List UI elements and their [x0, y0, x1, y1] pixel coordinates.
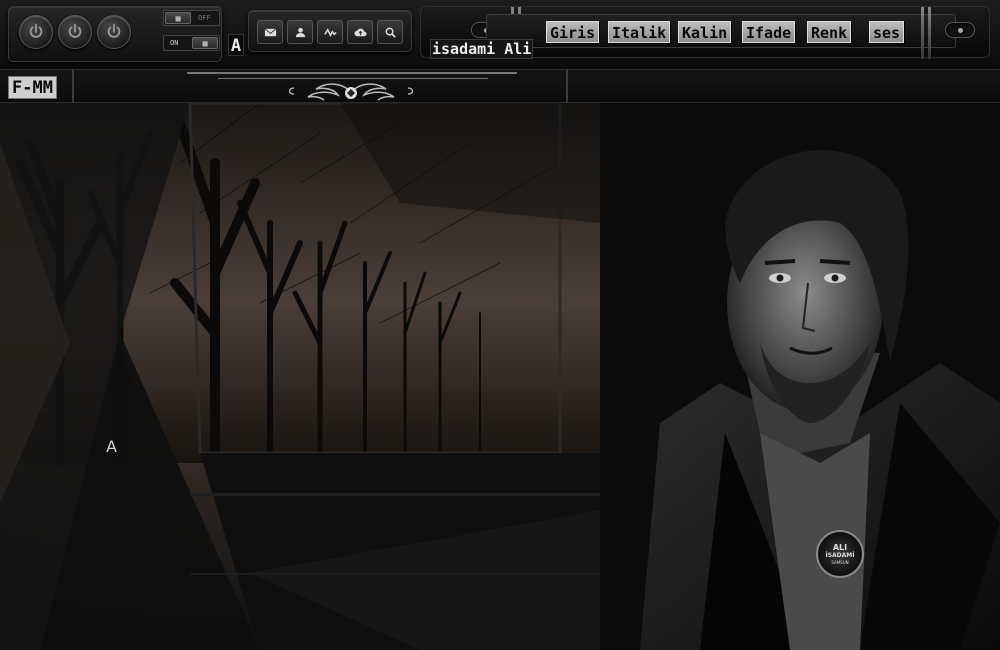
power-button-3[interactable] [97, 15, 131, 49]
mail-icon [264, 27, 276, 36]
switch-off-label: OFF [198, 14, 211, 22]
icon-button-panel [248, 10, 412, 52]
menu-item-kalin[interactable]: Kalin [678, 21, 732, 43]
divider [190, 493, 640, 496]
menu-right-knob[interactable] [945, 22, 975, 38]
ornament-line-top [187, 72, 517, 74]
upload-button[interactable] [347, 20, 373, 44]
cloud-upload-icon [353, 28, 367, 36]
toggle-switch-on[interactable]: ON ▦ [163, 35, 220, 51]
flourish-ornament [288, 83, 414, 101]
brand-name: isadami Ali [430, 39, 534, 64]
grid-icon: ▦ [192, 37, 218, 49]
watermark-badge: ALI İSADAMİ SAMSUN [816, 530, 864, 578]
stray-letter: A [106, 437, 117, 456]
user-button[interactable] [287, 20, 313, 44]
ornament-line-bottom [218, 78, 488, 79]
grid-icon: ▦ [165, 12, 191, 24]
power-button-2[interactable] [58, 15, 92, 49]
menu-item-italik[interactable]: Italik [608, 21, 671, 43]
power-button-1[interactable] [19, 15, 53, 49]
brand-name-text: isadami Ali [430, 39, 534, 59]
badge-line-1: ALI [832, 542, 848, 552]
font-letter-button[interactable]: A [228, 34, 244, 56]
badge-line-2: İSADAMİ [825, 551, 855, 559]
top-toolbar: ▦ OFF ON ▦ A Giris Italik Kalin Ifade Re… [0, 0, 1000, 70]
hero-artwork: A ALI İSADAMİ SAMSUN [0, 103, 1000, 650]
power-icon [29, 23, 43, 38]
menu-item-ses[interactable]: ses [869, 21, 905, 43]
user-icon [295, 27, 305, 37]
activity-icon [323, 27, 337, 37]
search-button[interactable] [377, 20, 403, 44]
badge-line-3: SAMSUN [831, 559, 849, 565]
divider [921, 7, 924, 59]
site-tag: F-MM [8, 76, 57, 99]
menu-item-giris[interactable]: Giris [546, 21, 600, 43]
divider [928, 7, 931, 59]
switch-on-label: ON [170, 39, 179, 47]
power-icon [107, 23, 121, 38]
menu-item-ifade[interactable]: Ifade [742, 21, 796, 43]
activity-button[interactable] [317, 20, 343, 44]
divider [566, 70, 568, 103]
menu-item-renk[interactable]: Renk [807, 21, 852, 43]
divider [190, 573, 640, 575]
search-icon [385, 27, 396, 38]
sub-toolbar [0, 70, 1000, 103]
divider [72, 70, 74, 103]
mail-button[interactable] [257, 20, 283, 44]
toggle-switch-off[interactable]: ▦ OFF [163, 10, 220, 26]
power-icon [68, 23, 82, 38]
